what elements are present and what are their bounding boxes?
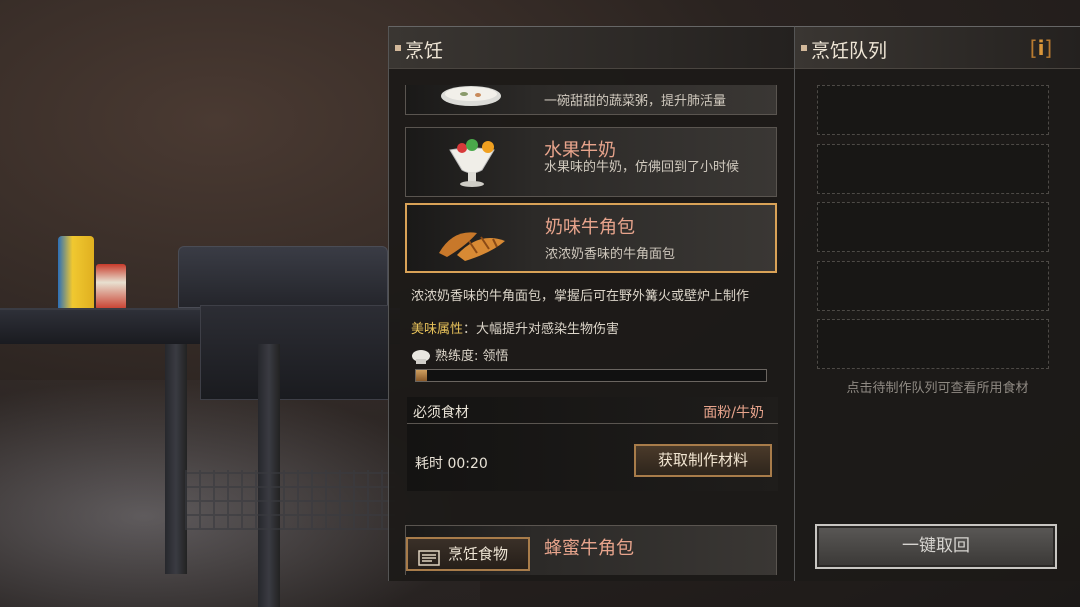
- cook-time: 耗时 00:20: [415, 456, 488, 472]
- condiment-bottle: [58, 236, 94, 310]
- cook-food-button[interactable]: 烹饪食物: [406, 537, 530, 571]
- stove-lid: [178, 246, 388, 308]
- fruit-milk-icon: [416, 134, 526, 192]
- recipe-book-icon: [418, 546, 440, 566]
- stove-body: [200, 305, 390, 400]
- cooking-queue-panel: 烹饪队列 [i] 点击待制作队列可查看所用食材 一键取回: [794, 26, 1080, 581]
- ingredients-label: 必须食材: [413, 405, 469, 421]
- proficiency: 熟练度: 领悟: [411, 345, 509, 365]
- recipe-card-porridge[interactable]: 一碗甜甜的蔬菜粥，提升肺活量: [405, 85, 777, 115]
- recall-all-button[interactable]: 一键取回: [815, 524, 1057, 569]
- attribute-value: ：大幅提升对感染生物伤害: [463, 322, 620, 337]
- queue-slot[interactable]: [817, 319, 1049, 369]
- ingredients-header: 必须食材 面粉/牛奶: [407, 397, 778, 424]
- wire-shelf: [185, 470, 395, 530]
- recipe-card-fruit-milk[interactable]: 水果牛奶 水果味的牛奶，仿佛回到了小时候: [405, 127, 777, 197]
- recipe-description: 水果味的牛奶，仿佛回到了小时候: [544, 160, 740, 175]
- condiment-can: [96, 264, 126, 310]
- info-button[interactable]: [i]: [1026, 35, 1056, 63]
- porridge-bowl-icon: [416, 85, 526, 110]
- recipe-name: 水果牛奶: [544, 140, 616, 161]
- recipe-name: 蜂蜜牛角包: [544, 538, 634, 559]
- queue-slot[interactable]: [817, 144, 1049, 194]
- queue-panel-header: 烹饪队列 [i]: [795, 27, 1080, 69]
- queue-slot[interactable]: [817, 202, 1049, 252]
- queue-slot[interactable]: [817, 261, 1049, 311]
- proficiency-progress-fill: [416, 370, 427, 381]
- queue-panel-title: 烹饪队列: [811, 40, 888, 62]
- recipe-description: 一碗甜甜的蔬菜粥，提升肺活量: [544, 94, 727, 109]
- header-marker: [801, 45, 807, 51]
- recipe-list[interactable]: 一碗甜甜的蔬菜粥，提升肺活量 水果牛奶 水果味的牛奶，仿佛回到了小时候 奶味牛角…: [405, 85, 779, 575]
- ingredients-section: 必须食材 面粉/牛奶 耗时 00:20 获取制作材料: [407, 397, 778, 491]
- attribute-label: 美味属性: [411, 322, 464, 337]
- recipe-detail-text: 浓浓奶香味的牛角面包，掌握后可在野外篝火或壁炉上制作: [411, 289, 750, 304]
- queue-hint: 点击待制作队列可查看所用食材: [846, 381, 1029, 396]
- cooking-panel: 烹饪 一碗甜甜的蔬菜粥，提升肺活量 水果牛奶 水果味的牛奶，仿佛回到了小时候 奶…: [388, 26, 794, 581]
- recipe-attribute: 美味属性：大幅提升对感染生物伤害: [411, 318, 619, 337]
- recipe-card-milk-croissant[interactable]: 奶味牛角包 浓浓奶香味的牛角面包: [405, 203, 777, 273]
- counter-leg: [165, 344, 187, 574]
- croissant-icon: [417, 211, 527, 269]
- chef-hat-icon: [411, 349, 431, 365]
- cooking-panel-title: 烹饪: [405, 40, 444, 62]
- get-materials-button[interactable]: 获取制作材料: [634, 444, 772, 477]
- recipe-description: 浓浓奶香味的牛角面包: [545, 247, 676, 262]
- header-marker: [395, 45, 401, 51]
- recipe-name: 奶味牛角包: [545, 217, 635, 238]
- cook-food-label: 烹饪食物: [448, 545, 509, 563]
- proficiency-progress-bar: [415, 369, 767, 382]
- cooking-panel-header: 烹饪: [389, 27, 794, 69]
- ingredients-value: 面粉/牛奶: [703, 405, 764, 421]
- queue-slot[interactable]: [817, 85, 1049, 135]
- proficiency-text: 熟练度: 领悟: [435, 349, 509, 364]
